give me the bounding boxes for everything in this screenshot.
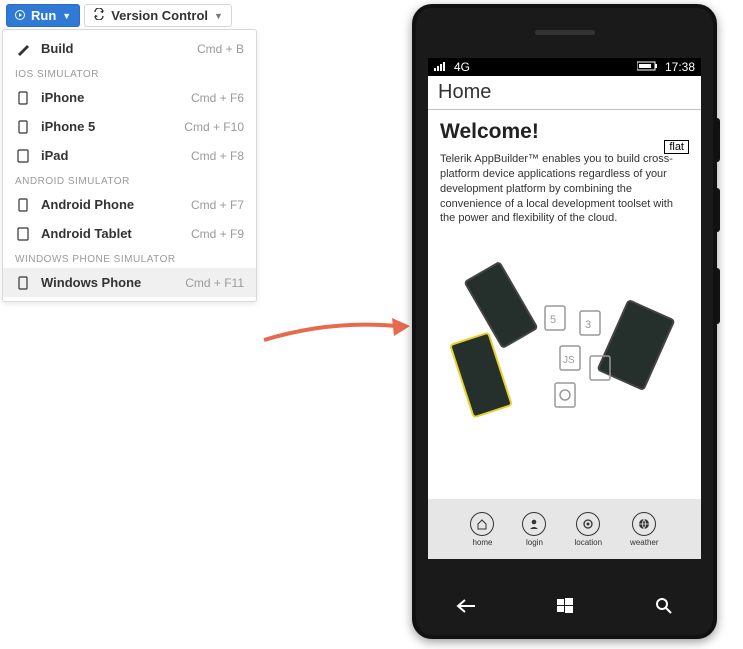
menu-shortcut: Cmd + F8 [191, 149, 244, 163]
tab-home[interactable]: home [470, 512, 494, 547]
menu-shortcut: Cmd + F7 [191, 198, 244, 212]
home-icon [470, 512, 494, 536]
phone-side-button [714, 268, 720, 324]
tab-label: location [574, 538, 602, 547]
tablet-icon [15, 227, 31, 241]
menu-label: iPad [41, 148, 181, 163]
tablet-icon [15, 149, 31, 163]
menu-shortcut: Cmd + F9 [191, 227, 244, 241]
caret-down-icon: ▼ [214, 11, 223, 21]
phone-side-button [714, 118, 720, 162]
svg-text:JS: JS [563, 355, 575, 366]
menu-item-iphone5[interactable]: iPhone 5 Cmd + F10 [3, 112, 256, 141]
flat-badge[interactable]: flat [664, 140, 689, 154]
menu-item-build[interactable]: Build Cmd + B [3, 34, 256, 63]
device-nav [416, 591, 713, 621]
menu-header-ios: IOS SIMULATOR [3, 63, 256, 83]
nav-back-button[interactable] [441, 591, 491, 621]
tab-login[interactable]: login [522, 512, 546, 547]
location-icon [576, 512, 600, 536]
phone-side-button [714, 188, 720, 232]
svg-text:5: 5 [550, 314, 556, 326]
menu-item-iphone[interactable]: iPhone Cmd + F6 [3, 83, 256, 112]
tab-weather[interactable]: weather [630, 512, 658, 547]
tab-label: login [526, 538, 543, 547]
phone-simulator: 4G 17:38 Home flat Welcome! Telerik AppB… [412, 4, 717, 639]
phone-screen: 4G 17:38 Home flat Welcome! Telerik AppB… [428, 58, 701, 559]
menu-label: Windows Phone [41, 275, 175, 290]
user-icon [522, 512, 546, 536]
nav-search-button[interactable] [639, 591, 689, 621]
menu-label: Build [41, 41, 187, 56]
run-button[interactable]: Run ▼ [6, 4, 80, 27]
menu-label: iPhone [41, 90, 181, 105]
tab-label: weather [630, 538, 658, 547]
menu-shortcut: Cmd + F11 [185, 276, 244, 290]
phone-icon [15, 198, 31, 212]
nav-windows-button[interactable] [540, 591, 590, 621]
run-label: Run [31, 8, 56, 23]
tab-bar: home login location weather [428, 499, 701, 559]
phone-icon [15, 91, 31, 105]
svg-text:3: 3 [585, 319, 591, 331]
caret-down-icon: ▼ [62, 11, 71, 21]
run-dropdown: Build Cmd + B IOS SIMULATOR iPhone Cmd +… [2, 29, 257, 302]
menu-header-wp: WINDOWS PHONE SIMULATOR [3, 248, 256, 268]
phone-icon [15, 120, 31, 134]
welcome-heading: Welcome! [440, 120, 689, 144]
phone-icon [15, 276, 31, 290]
status-bar: 4G 17:38 [428, 58, 701, 76]
status-time: 17:38 [665, 60, 695, 74]
tab-location[interactable]: location [574, 512, 602, 547]
vc-label: Version Control [111, 8, 208, 23]
sync-icon [93, 8, 105, 23]
menu-label: Android Phone [41, 197, 181, 212]
welcome-body: Telerik AppBuilder™ enables you to build… [440, 152, 689, 226]
menu-shortcut: Cmd + B [197, 42, 244, 56]
signal-icon [434, 60, 448, 74]
menu-label: iPhone 5 [41, 119, 174, 134]
play-icon [15, 8, 25, 23]
annotation-arrow [260, 310, 412, 350]
menu-shortcut: Cmd + F10 [184, 120, 244, 134]
menu-label: Android Tablet [41, 226, 181, 241]
tab-label: home [472, 538, 492, 547]
menu-header-android: ANDROID SIMULATOR [3, 170, 256, 190]
globe-icon [632, 512, 656, 536]
menu-shortcut: Cmd + F6 [191, 91, 244, 105]
menu-item-android-phone[interactable]: Android Phone Cmd + F7 [3, 190, 256, 219]
page-title: Home [428, 76, 701, 110]
hero-illustration: 5 3 JS [440, 246, 689, 446]
menu-item-windows-phone[interactable]: Windows Phone Cmd + F11 [3, 268, 256, 297]
menu-item-android-tablet[interactable]: Android Tablet Cmd + F9 [3, 219, 256, 248]
phone-earpiece [535, 30, 595, 35]
hammer-icon [15, 42, 31, 56]
status-network: 4G [454, 60, 470, 74]
version-control-button[interactable]: Version Control ▼ [84, 4, 232, 27]
menu-item-ipad[interactable]: iPad Cmd + F8 [3, 141, 256, 170]
app-content: flat Welcome! Telerik AppBuilder™ enable… [428, 110, 701, 456]
battery-icon [637, 60, 659, 74]
